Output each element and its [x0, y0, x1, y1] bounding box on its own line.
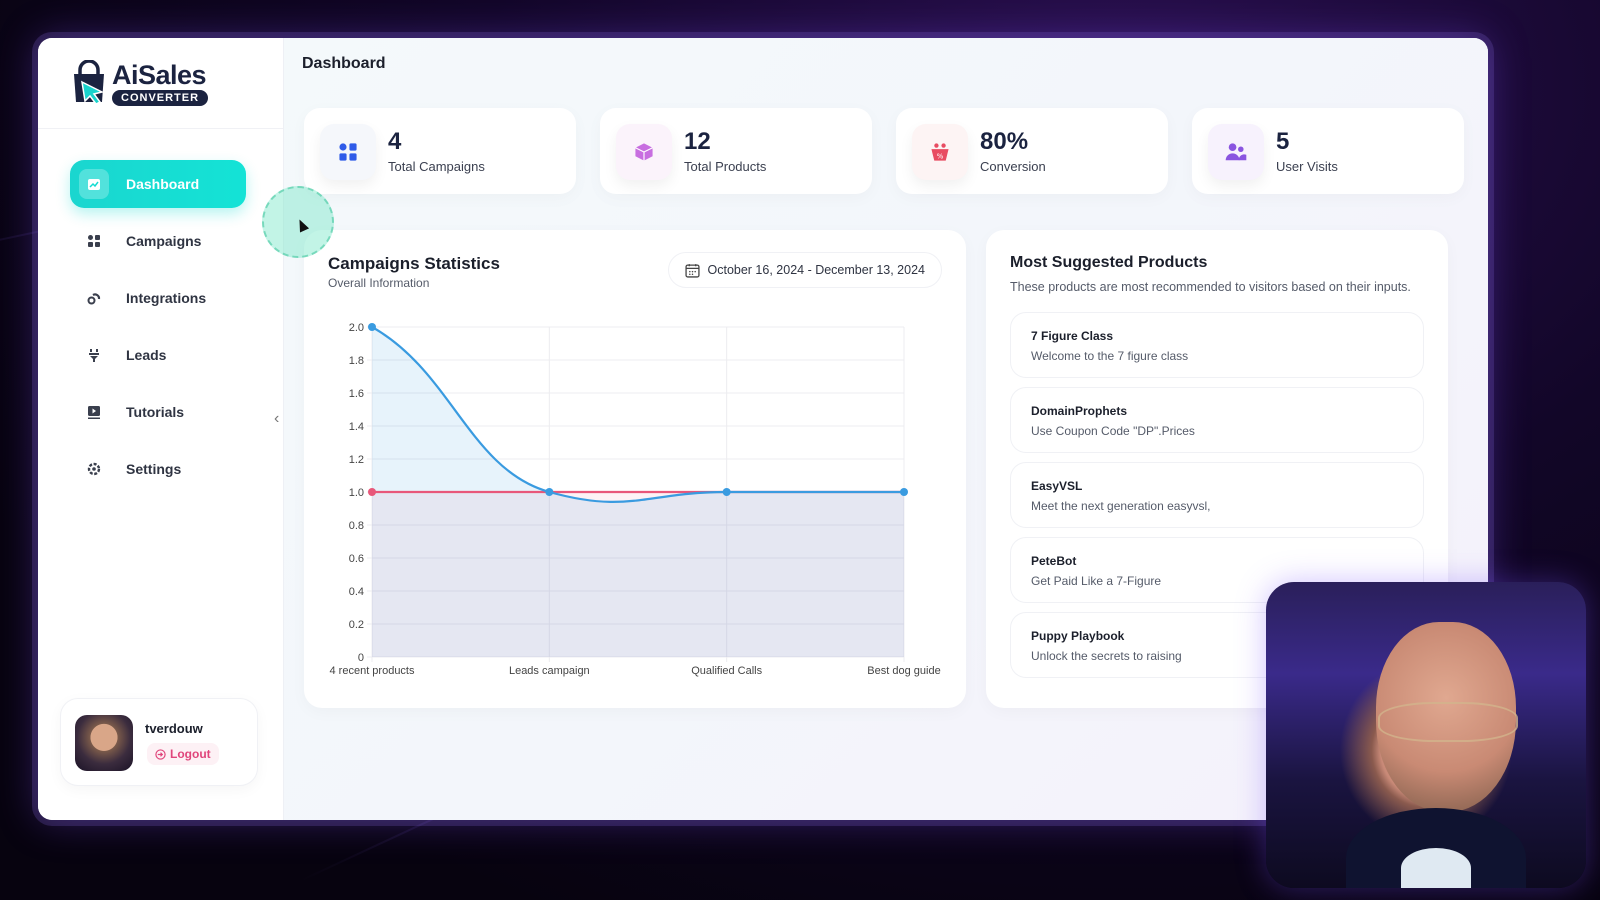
- product-description: Welcome to the 7 figure class: [1031, 349, 1189, 363]
- product-name: 7 Figure Class: [1031, 329, 1114, 343]
- plug-icon: [86, 347, 102, 363]
- gear-icon: [86, 461, 102, 477]
- svg-text:%: %: [937, 151, 944, 160]
- stat-value: 80%: [980, 128, 1029, 155]
- x-tick-label: 4 recent products: [330, 665, 415, 677]
- sidebar-item-campaigns[interactable]: Campaigns: [70, 217, 246, 265]
- user-card: tverdouw Logout: [60, 698, 258, 786]
- sidebar-nav: Dashboard Campaigns Integrations Leads T…: [70, 160, 246, 502]
- stat-label: Conversion: [980, 159, 1046, 174]
- stat-value: 4: [388, 128, 402, 155]
- chevron-left-icon[interactable]: ‹: [274, 410, 279, 428]
- calendar-icon: [684, 263, 700, 278]
- logo-title: AiSales: [112, 59, 207, 90]
- y-tick-label: 1.2: [349, 454, 364, 466]
- y-tick-label: 2.0: [349, 322, 364, 334]
- data-point: [545, 488, 554, 496]
- data-point: [722, 488, 731, 496]
- logout-icon: [155, 748, 166, 760]
- grid-icon: [86, 233, 102, 249]
- grid-icon: [320, 124, 376, 180]
- x-tick-label: Leads campaign: [509, 665, 590, 677]
- stat-label: User Visits: [1276, 159, 1338, 174]
- product-item[interactable]: EasyVSL Meet the next generation easyvsl…: [1010, 462, 1424, 528]
- chart-icon: [79, 169, 109, 199]
- username: tverdouw: [145, 721, 203, 736]
- products-title: Most Suggested Products: [1010, 254, 1208, 271]
- sidebar-item-label: Integrations: [126, 290, 207, 306]
- sidebar-item-label: Campaigns: [126, 233, 202, 249]
- presenter-collar: [1401, 848, 1471, 888]
- y-tick-label: 1.4: [349, 421, 364, 433]
- product-description: Use Coupon Code "DP".Prices: [1031, 424, 1195, 438]
- sidebar-item-label: Dashboard: [126, 176, 200, 192]
- y-tick-label: 0: [358, 652, 364, 664]
- percent-basket-icon: %: [912, 124, 968, 180]
- sidebar-item-dashboard[interactable]: Dashboard: [70, 160, 246, 208]
- data-point: [900, 488, 908, 496]
- data-point: [368, 323, 376, 331]
- data-point: [368, 488, 376, 496]
- x-tick-label: Qualified Calls: [691, 665, 762, 677]
- y-tick-label: 0.6: [349, 553, 364, 565]
- page-title: Dashboard: [302, 55, 386, 72]
- link-icon: [86, 290, 102, 306]
- stat-label: Total Campaigns: [388, 159, 485, 174]
- product-description: Meet the next generation easyvsl,: [1031, 499, 1211, 513]
- video-icon: [86, 404, 102, 420]
- stat-card-campaigns[interactable]: 4 Total Campaigns: [304, 108, 576, 194]
- sidebar-item-label: Tutorials: [126, 404, 185, 420]
- y-tick-label: 1.8: [349, 355, 364, 367]
- webcam-overlay: [1266, 582, 1586, 888]
- shopping-bag-cursor-icon: [74, 60, 105, 105]
- logo[interactable]: AiSales CONVERTER: [70, 59, 209, 106]
- stat-card-visits[interactable]: 5 User Visits: [1192, 108, 1464, 194]
- sidebar-item-label: Leads: [126, 347, 167, 363]
- box-icon: [616, 124, 672, 180]
- product-name: PeteBot: [1031, 554, 1077, 568]
- sidebar-item-leads[interactable]: Leads: [70, 331, 246, 379]
- date-range-picker[interactable]: October 16, 2024 - December 13, 2024: [667, 252, 942, 288]
- chart-title: Campaigns Statistics: [328, 254, 500, 273]
- logout-button[interactable]: Logout: [147, 743, 219, 765]
- product-item[interactable]: DomainProphets Use Coupon Code "DP".Pric…: [1010, 387, 1424, 453]
- stat-card-products[interactable]: 12 Total Products: [600, 108, 872, 194]
- product-name: DomainProphets: [1031, 404, 1128, 418]
- stat-value: 5: [1276, 128, 1290, 155]
- sidebar-item-label: Settings: [126, 461, 182, 477]
- date-range-label: October 16, 2024 - December 13, 2024: [707, 263, 926, 277]
- logout-label: Logout: [170, 747, 211, 761]
- y-tick-label: 1.0: [349, 487, 364, 499]
- chart-subtitle: Overall Information: [328, 276, 430, 290]
- users-icon: [1208, 124, 1264, 180]
- logo-subtitle: CONVERTER: [112, 89, 209, 106]
- y-tick-label: 1.6: [349, 388, 364, 400]
- product-name: EasyVSL: [1031, 479, 1083, 493]
- presenter-glasses: [1378, 702, 1518, 742]
- campaigns-statistics-panel: Campaigns Statistics Overall Information…: [304, 230, 966, 708]
- y-tick-label: 0.8: [349, 520, 364, 532]
- avatar: [75, 715, 133, 771]
- sidebar: AiSales CONVERTER Dashboard Campaigns In…: [38, 38, 284, 820]
- sidebar-item-settings[interactable]: Settings: [70, 445, 246, 493]
- campaigns-line-chart: 0 0.2 0.4 0.6 0.8 1.0 1.2 1.4 1.6 1.8 2.0 4 recent …: [330, 322, 941, 677]
- sidebar-item-tutorials[interactable]: Tutorials: [70, 388, 246, 436]
- sidebar-item-integrations[interactable]: Integrations: [70, 274, 246, 322]
- y-tick-label: 0.4: [349, 586, 364, 598]
- stat-label: Total Products: [684, 159, 767, 174]
- stat-value: 12: [684, 128, 711, 155]
- y-tick-label: 0.2: [349, 619, 364, 631]
- products-description: These products are most recommended to v…: [1010, 280, 1411, 294]
- stat-card-conversion[interactable]: % 80% Conversion: [896, 108, 1168, 194]
- x-tick-label: Best dog guide: [867, 665, 940, 677]
- divider: [38, 128, 283, 129]
- product-item[interactable]: 7 Figure Class Welcome to the 7 figure c…: [1010, 312, 1424, 378]
